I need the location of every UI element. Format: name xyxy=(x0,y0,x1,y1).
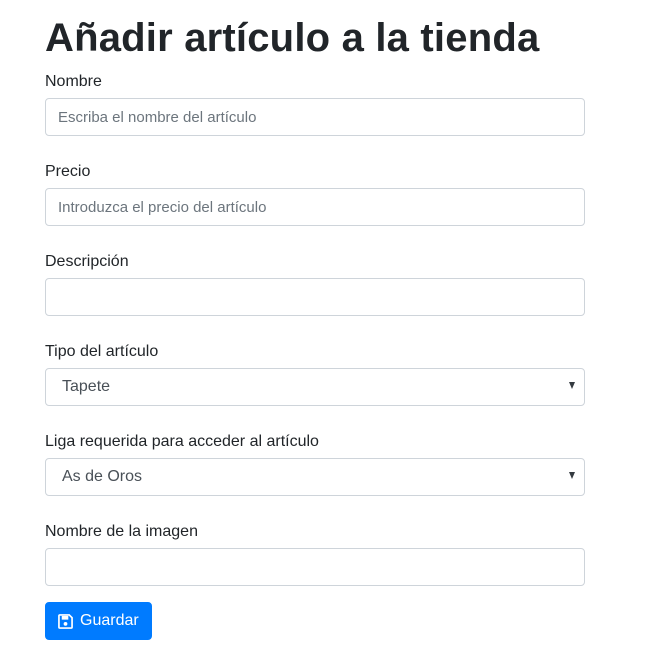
liga-label: Liga requerida para acceder al artículo xyxy=(45,433,319,450)
save-button[interactable]: Guardar xyxy=(45,602,152,640)
save-icon xyxy=(58,613,73,629)
page-title: Añadir artículo a la tienda xyxy=(45,16,540,60)
imagen-label: Nombre de la imagen xyxy=(45,523,198,540)
tipo-label: Tipo del artículo xyxy=(45,343,159,360)
add-item-form-container: Añadir artículo a la tienda Nombre Preci… xyxy=(45,0,585,640)
tipo-selected-value: Tapete xyxy=(45,368,585,406)
precio-label: Precio xyxy=(45,163,91,180)
imagen-input[interactable] xyxy=(45,548,585,586)
nombre-label: Nombre xyxy=(45,73,102,90)
tipo-select[interactable]: Tapete xyxy=(45,368,585,406)
save-button-label: Guardar xyxy=(80,612,139,629)
liga-select[interactable]: As de Oros xyxy=(45,458,585,496)
liga-selected-value: As de Oros xyxy=(45,458,585,496)
descripcion-input[interactable] xyxy=(45,278,585,316)
precio-input[interactable] xyxy=(45,188,585,226)
nombre-input[interactable] xyxy=(45,98,585,136)
chevron-down-icon xyxy=(569,472,575,479)
chevron-down-icon xyxy=(569,382,575,389)
descripcion-label: Descripción xyxy=(45,253,129,270)
